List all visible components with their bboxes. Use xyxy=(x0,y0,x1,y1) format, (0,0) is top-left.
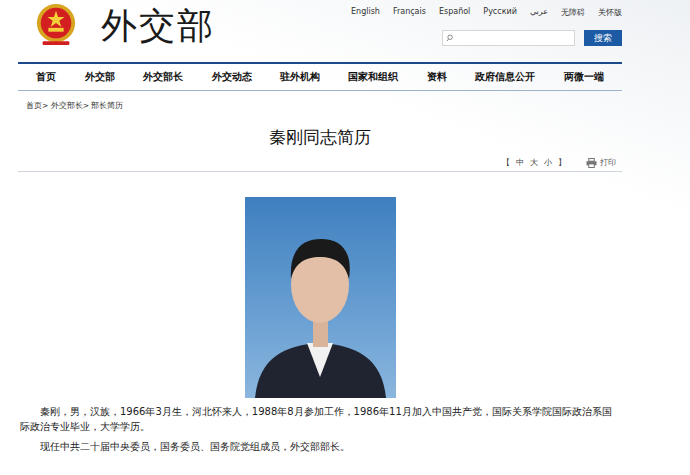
nav-item[interactable]: 国家和组织 xyxy=(348,70,398,84)
nav-item[interactable]: 驻外机构 xyxy=(280,70,320,84)
article-paragraph: 秦刚，男，汉族，1966年3月生，河北怀来人，1988年8月参加工作，1986年… xyxy=(20,404,614,434)
print-button[interactable]: 打印 xyxy=(586,157,616,168)
breadcrumb-separator: > xyxy=(83,101,89,110)
language-link[interactable]: English xyxy=(351,7,380,18)
font-size-controls: 【 中大小 】 xyxy=(502,157,566,168)
article-title: 秦刚同志简历 xyxy=(18,125,622,149)
header-tools: EnglishFrançaisEspañolРусскийعربي无障碍关怀版 … xyxy=(351,0,622,46)
breadcrumb-item[interactable]: 外交部长 xyxy=(51,101,83,110)
main-nav: 首页 外交部 外交部长 外交动态 驻外机构 国家和组织 资料 政府信息公开 两微一端 xyxy=(18,62,622,91)
site-header: 外交部 English Français Español Русский عربي 无障碍… xyxy=(18,0,622,60)
nav-item[interactable]: 外交部长 xyxy=(143,70,183,84)
nav-item[interactable]: 政府信息公开 xyxy=(475,70,535,84)
nav-item[interactable]: 两微一端 xyxy=(564,70,604,84)
nav-item[interactable]: 外交动态 xyxy=(212,70,252,84)
font-size-option[interactable]: 小 xyxy=(544,157,552,168)
search-icon xyxy=(446,34,453,42)
nav-item[interactable]: 首页 xyxy=(36,70,56,84)
breadcrumb-item[interactable]: 部长简历 xyxy=(91,101,123,110)
article-paragraph: 现任中共二十届中央委员，国务委员、国务院党组成员，外交部部长。 xyxy=(20,439,614,454)
article-body: 秦刚，男，汉族，1966年3月生，河北怀来人，1988年8月参加工作，1986年… xyxy=(18,398,622,454)
language-link[interactable]: 关怀版 xyxy=(598,7,622,18)
search-bar: 搜索 xyxy=(442,30,622,46)
portrait-figure-icon xyxy=(245,197,396,398)
language-link[interactable]: Русский xyxy=(483,7,517,18)
language-link[interactable]: Français xyxy=(393,7,426,18)
language-links: English Français Español Русский عربي 无障碍 关怀版 xyxy=(351,7,622,18)
language-link[interactable]: 无障碍 xyxy=(561,7,585,18)
national-emblem-icon[interactable] xyxy=(35,2,77,48)
content-container: 外交部 English Français Español Русский عربي 无障碍… xyxy=(18,0,622,454)
nav-item[interactable]: 外交部 xyxy=(85,70,115,84)
search-input[interactable] xyxy=(455,34,574,43)
site-logo[interactable]: 外交部 xyxy=(101,4,215,48)
search-button[interactable]: 搜索 xyxy=(584,30,622,46)
page: 外交部 English Français Español Русский عربي 无障碍… xyxy=(0,0,690,475)
breadcrumb-item[interactable]: 首页 xyxy=(26,101,42,110)
article-tools: 【 中大小 】 打印 xyxy=(18,157,622,172)
portrait-photo xyxy=(245,197,396,398)
breadcrumb: 首页> 外交部长> 部长简历 xyxy=(18,101,622,111)
breadcrumb-separator: > xyxy=(42,101,48,110)
nav-item[interactable]: 资料 xyxy=(427,70,447,84)
font-size-option[interactable]: 大 xyxy=(530,157,538,168)
font-size-option[interactable]: 中 xyxy=(516,157,524,168)
language-link[interactable]: عربي xyxy=(530,7,548,18)
printer-icon xyxy=(586,158,597,168)
search-field[interactable] xyxy=(442,30,575,46)
language-link[interactable]: Español xyxy=(439,7,470,18)
